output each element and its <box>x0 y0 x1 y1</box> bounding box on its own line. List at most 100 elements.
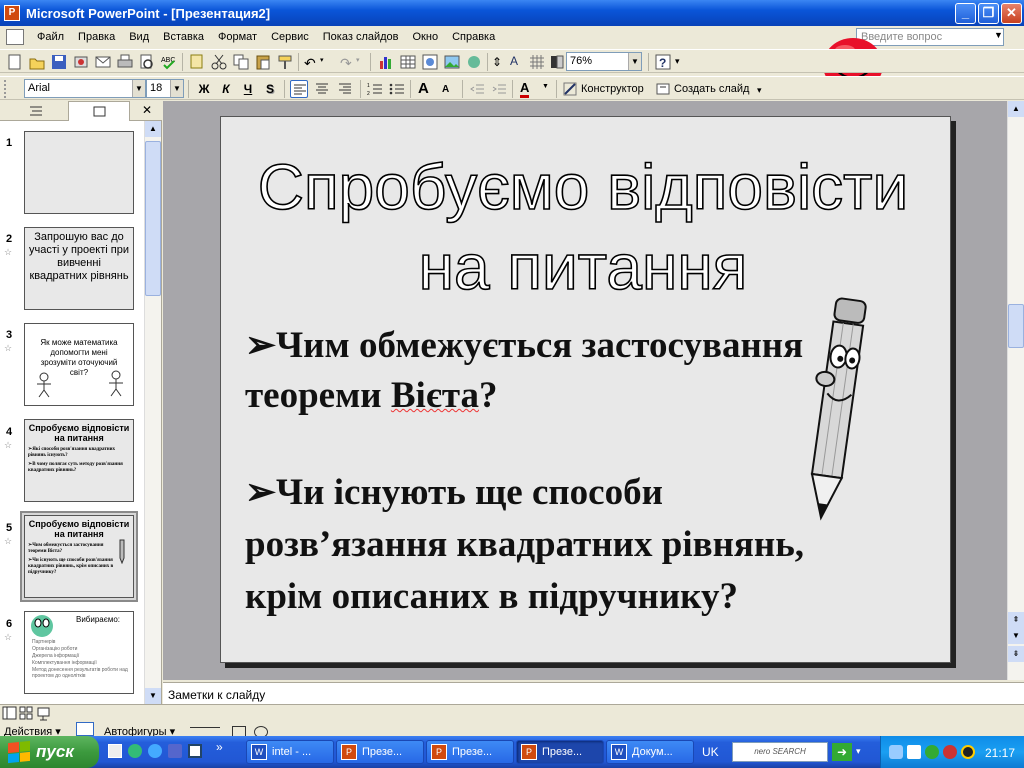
undo-icon[interactable]: ↶ <box>304 55 316 72</box>
quicklaunch-icon[interactable] <box>188 744 202 758</box>
align-center-icon[interactable] <box>313 80 331 98</box>
tray-icon[interactable] <box>907 745 921 759</box>
font-select[interactable]: Arial ▼ <box>24 79 146 98</box>
line-icon[interactable] <box>190 727 220 728</box>
menu-tools[interactable]: Сервис <box>264 31 316 43</box>
redo-icon[interactable]: ↷ <box>340 55 352 72</box>
spelling-icon[interactable]: ABC <box>160 53 178 71</box>
copy-icon[interactable] <box>232 53 250 71</box>
slide-scrollbar[interactable]: ▲ ⇞ ▼ ⇟ <box>1007 101 1024 680</box>
scroll-down-icon[interactable]: ▼ <box>1008 628 1024 644</box>
autoshapes-menu[interactable]: Автофигуры ▾ <box>104 725 175 736</box>
close-button[interactable]: ✕ <box>1001 3 1022 24</box>
cut-icon[interactable] <box>210 53 228 71</box>
insert-table-icon[interactable] <box>399 53 417 71</box>
bullets-icon[interactable] <box>388 80 406 98</box>
scroll-thumb[interactable] <box>1008 304 1024 348</box>
slide-thumbnail-2[interactable]: Запрошую вас до участі у проекті при вив… <box>24 227 134 310</box>
underline-button[interactable]: Ч <box>238 80 258 98</box>
font-color-icon[interactable]: A <box>520 80 530 98</box>
menu-file[interactable]: Файл <box>30 31 71 43</box>
align-right-icon[interactable] <box>336 80 354 98</box>
actions-menu[interactable]: Действия ▾ <box>4 725 61 736</box>
language-indicator[interactable]: UK <box>702 745 719 759</box>
show-grid-icon[interactable] <box>528 53 546 71</box>
slides-tab[interactable] <box>68 101 130 121</box>
scroll-thumb[interactable] <box>145 141 161 296</box>
task-button-active[interactable]: P Презе... <box>516 740 604 764</box>
oval-icon[interactable] <box>254 726 268 736</box>
numbering-icon[interactable]: 12 <box>366 80 384 98</box>
task-button[interactable]: W Докум... <box>606 740 694 764</box>
slideshow-icon[interactable] <box>36 706 52 721</box>
align-left-icon[interactable] <box>290 80 308 98</box>
redo-dropdown-icon[interactable]: ▾ <box>356 56 360 64</box>
expand-icon[interactable]: ⇕ <box>492 55 502 69</box>
menu-insert[interactable]: Вставка <box>156 31 211 43</box>
grow-font-icon[interactable]: A <box>418 80 429 97</box>
bold-button[interactable]: Ж <box>194 80 214 98</box>
panel-scrollbar[interactable]: ▲ ▼ <box>144 121 161 704</box>
permission-icon[interactable] <box>72 53 90 71</box>
increase-indent-icon[interactable] <box>490 80 508 98</box>
scroll-down-icon[interactable]: ▼ <box>145 688 161 704</box>
task-button[interactable]: Wintel - ... <box>246 740 334 764</box>
undo-dropdown-icon[interactable]: ▾ <box>320 56 324 64</box>
slide-thumbnail-1[interactable] <box>24 131 134 214</box>
email-icon[interactable] <box>94 53 112 71</box>
new-icon[interactable] <box>6 53 24 71</box>
select-objects-icon[interactable] <box>76 722 94 736</box>
quicklaunch-icon[interactable] <box>168 744 182 758</box>
save-icon[interactable] <box>50 53 68 71</box>
scroll-up-icon[interactable]: ▲ <box>1008 101 1024 117</box>
show-more-icon[interactable]: » <box>216 740 223 754</box>
print-preview-icon[interactable] <box>138 53 156 71</box>
search-go-icon[interactable]: ➜ <box>832 743 852 761</box>
zoom-select[interactable]: 76% ▼ <box>566 52 642 71</box>
slide-thumbnail-5[interactable]: Спробуємо відповісти на питання ➢Чим обм… <box>24 515 134 598</box>
volume-icon[interactable] <box>961 745 975 759</box>
toolbar-options-icon[interactable]: ▾ <box>675 56 680 67</box>
research-icon[interactable] <box>188 53 206 71</box>
start-button[interactable]: пуск <box>0 736 99 768</box>
help-icon[interactable]: ? <box>654 53 672 71</box>
slide-thumbnail-3[interactable]: Як може математика допомогти мені зрозум… <box>24 323 134 406</box>
panel-close-icon[interactable]: ✕ <box>142 103 152 117</box>
font-color-dropdown-icon[interactable]: ▼ <box>542 83 549 90</box>
italic-button[interactable]: К <box>216 80 236 98</box>
menu-view[interactable]: Вид <box>122 31 156 43</box>
prev-slide-icon[interactable]: ⇞ <box>1008 612 1024 628</box>
menu-slideshow[interactable]: Показ слайдов <box>316 31 406 43</box>
nero-search-box[interactable]: nero SEARCH <box>732 742 828 762</box>
network-icon[interactable] <box>889 745 903 759</box>
toolbar-options-icon[interactable]: ▾ <box>757 85 762 96</box>
text-direction-icon[interactable]: A <box>510 54 518 68</box>
slide-sorter-icon[interactable] <box>19 706 35 721</box>
shadow-button[interactable]: S <box>260 80 280 98</box>
quicklaunch-icon[interactable] <box>128 744 142 758</box>
font-size-select[interactable]: 18 ▼ <box>146 79 184 98</box>
quicklaunch-icon[interactable] <box>148 744 162 758</box>
rectangle-icon[interactable] <box>232 726 246 736</box>
notes-pane[interactable]: Заметки к слайду <box>163 682 1024 704</box>
slide-thumbnail-4[interactable]: Спробуємо відповісти на питання ➢Які спо… <box>24 419 134 502</box>
slide-thumbnail-6[interactable]: Вибираємо: Партнерів Організацію роботи … <box>24 611 134 694</box>
insert-diagram-icon[interactable] <box>421 53 439 71</box>
new-slide-button[interactable]: Создать слайд <box>656 82 749 96</box>
desktop-icon[interactable] <box>108 744 122 758</box>
next-slide-icon[interactable]: ⇟ <box>1008 646 1024 662</box>
task-button[interactable]: P Презе... <box>426 740 514 764</box>
normal-view-icon[interactable] <box>2 706 18 721</box>
toolbar-grip[interactable] <box>4 80 8 98</box>
menu-edit[interactable]: Правка <box>71 31 122 43</box>
search-dropdown-icon[interactable]: ▾ <box>856 746 861 757</box>
bullet-2[interactable]: ➢Чи існують ще способи розв’язання квадр… <box>245 467 804 623</box>
bullet-1[interactable]: ➢Чим обмежується застосування теореми Ві… <box>245 321 803 421</box>
insert-chart-icon[interactable] <box>377 53 395 71</box>
zoom-dropdown-icon[interactable]: ▼ <box>628 53 641 70</box>
restore-button[interactable]: ❐ <box>978 3 999 24</box>
format-painter-icon[interactable] <box>276 53 294 71</box>
open-icon[interactable] <box>28 53 46 71</box>
document-icon[interactable] <box>6 29 24 45</box>
designer-button[interactable]: Конструктор <box>563 82 644 96</box>
